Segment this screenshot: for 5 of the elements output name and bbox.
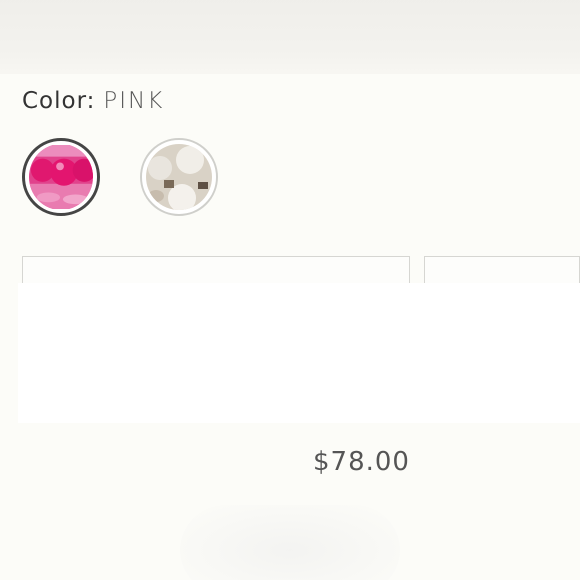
select-field[interactable]: [22, 256, 410, 283]
color-value: PINK: [103, 88, 164, 114]
quantity-field[interactable]: [424, 256, 580, 283]
price: $78.00: [313, 447, 410, 477]
color-label: Color:: [22, 88, 96, 114]
